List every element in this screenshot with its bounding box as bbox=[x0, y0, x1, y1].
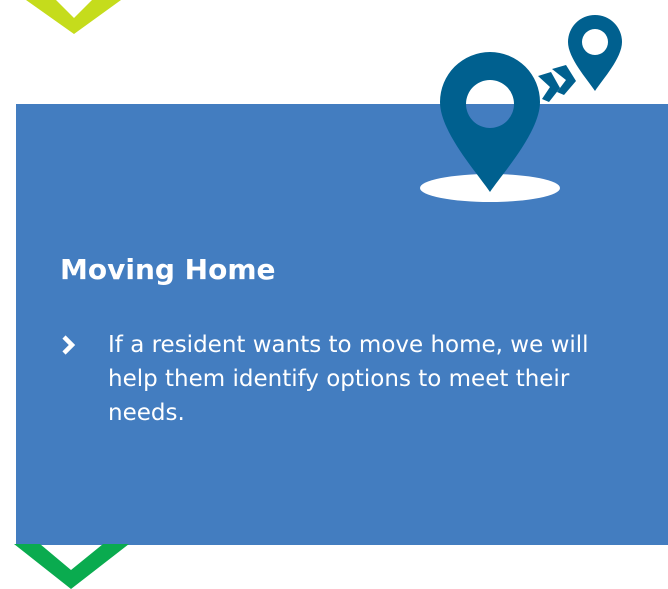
decorative-chevron-bottom-icon bbox=[14, 544, 129, 589]
bullet-text: If a resident wants to move home, we wil… bbox=[108, 332, 589, 426]
small-pin-icon bbox=[568, 15, 622, 91]
large-pin-icon bbox=[440, 52, 540, 193]
section-title: Moving Home bbox=[60, 253, 276, 286]
arrow-chevrons-icon bbox=[538, 65, 576, 102]
chevron-right-icon bbox=[62, 335, 76, 355]
decorative-chevron-top-icon bbox=[26, 0, 121, 34]
location-pins-icon bbox=[420, 15, 622, 202]
